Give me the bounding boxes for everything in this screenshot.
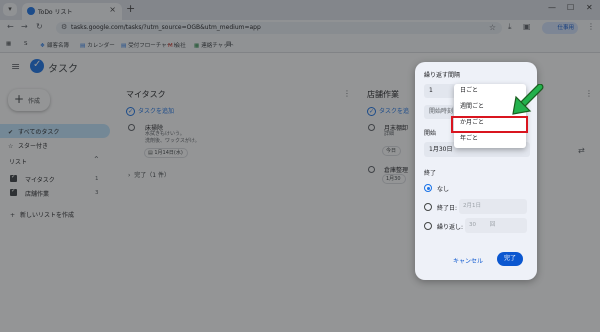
end-after-label: 繰り返し: bbox=[437, 224, 464, 231]
annotation-highlight-box bbox=[451, 116, 528, 133]
done-button[interactable]: 完了 bbox=[497, 252, 523, 266]
end-on-radio[interactable] bbox=[424, 203, 432, 211]
end-on-date-field[interactable]: 2月1日 bbox=[459, 199, 527, 214]
end-none-radio[interactable] bbox=[424, 184, 432, 192]
end-after-field[interactable]: 30 回 bbox=[465, 218, 527, 233]
end-after-value: 30 bbox=[469, 222, 476, 228]
end-after-radio[interactable] bbox=[424, 222, 432, 230]
option-yearly[interactable]: 年ごと bbox=[454, 132, 526, 146]
end-after-unit: 回 bbox=[489, 222, 496, 228]
dialog-title: 繰り返す間隔 bbox=[424, 72, 461, 79]
end-none-label: なし bbox=[437, 186, 450, 193]
end-label: 終了 bbox=[424, 170, 437, 177]
start-label: 開始 bbox=[424, 130, 437, 137]
annotation-arrow-icon bbox=[512, 84, 544, 115]
interval-input[interactable]: 1 bbox=[424, 84, 456, 98]
start-time-field[interactable]: 開始時刻 bbox=[424, 105, 454, 119]
cancel-button[interactable]: キャンセル bbox=[453, 256, 483, 265]
end-on-label: 終了日: bbox=[437, 205, 458, 212]
